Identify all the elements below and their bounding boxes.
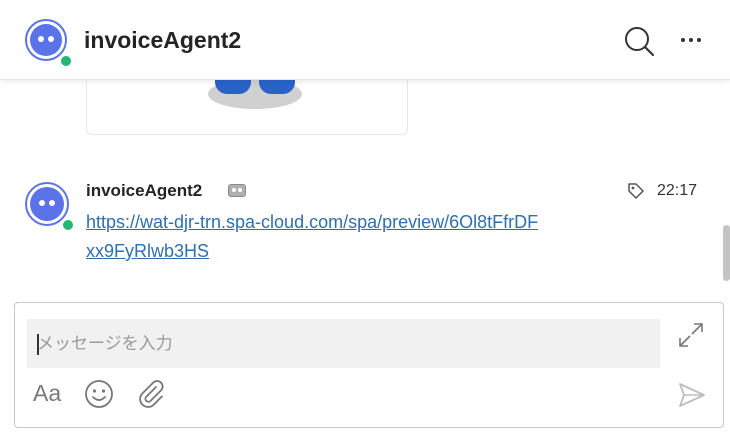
compose-box: Aa xyxy=(14,302,724,428)
tag-icon[interactable] xyxy=(626,181,646,201)
message-list[interactable]: invoiceAgent2 22:17 https://wat-djr-trn.… xyxy=(0,80,730,300)
text-format-button[interactable]: Aa xyxy=(33,380,61,407)
search-icon[interactable] xyxy=(622,24,656,58)
message-timestamp: 22:17 xyxy=(657,182,698,199)
message-input[interactable] xyxy=(27,319,660,368)
sender-status-indicator xyxy=(61,218,75,232)
emoji-icon[interactable] xyxy=(83,378,115,410)
bot-badge-icon xyxy=(228,184,246,197)
sender-name[interactable]: invoiceAgent2 xyxy=(86,181,202,201)
more-options-icon[interactable] xyxy=(676,24,706,56)
expand-icon[interactable] xyxy=(677,321,705,349)
send-icon[interactable] xyxy=(677,380,707,410)
message-link[interactable]: https://wat-djr-trn.spa-cloud.com/spa/pr… xyxy=(86,208,546,266)
character-feet-image xyxy=(208,80,302,109)
text-cursor xyxy=(37,334,39,355)
chat-title: invoiceAgent2 xyxy=(84,27,242,53)
scrollbar-thumb[interactable] xyxy=(723,225,730,281)
chat-header: invoiceAgent2 xyxy=(0,0,730,80)
attachment-icon[interactable] xyxy=(135,378,167,410)
image-attachment[interactable] xyxy=(86,80,408,135)
online-status-indicator xyxy=(59,54,73,68)
